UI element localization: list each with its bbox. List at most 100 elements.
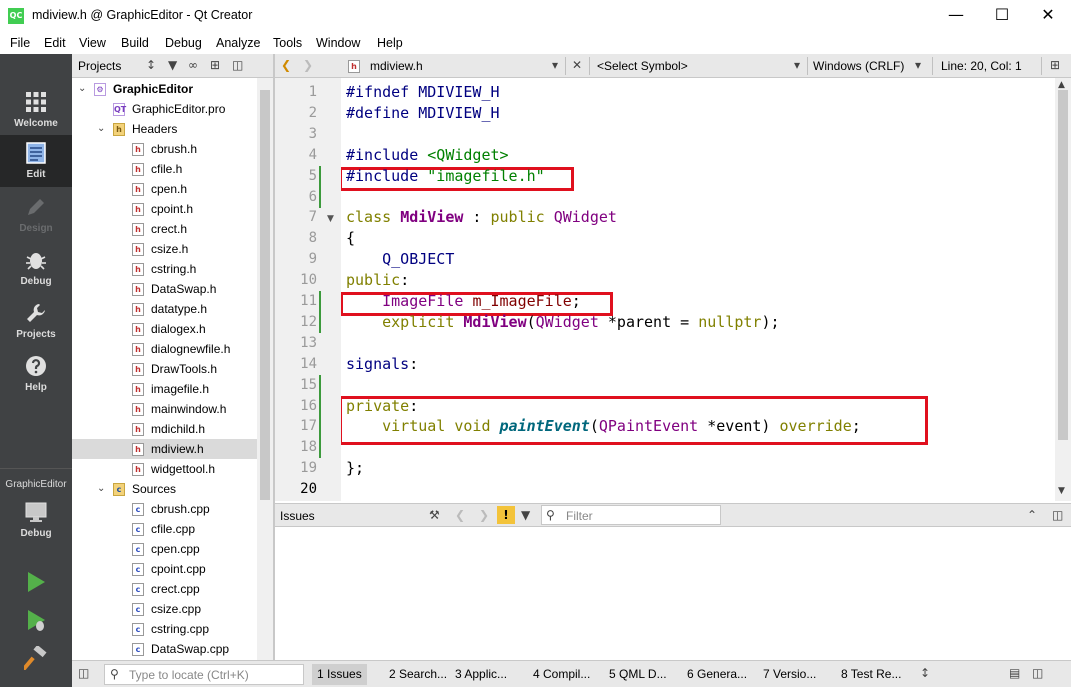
tree-item[interactable]: ⌄ ⚙ GraphicEditor xyxy=(72,79,257,99)
tree-item[interactable]: c DataSwap.cpp xyxy=(72,639,257,659)
file-dropdown-icon[interactable]: ▾ xyxy=(552,58,558,72)
tree-item[interactable]: c cbrush.cpp xyxy=(72,499,257,519)
tree-item[interactable]: h mdiview.h xyxy=(72,439,257,459)
projects-view-selector[interactable]: Projects xyxy=(78,59,121,73)
filter-icon[interactable]: ▼ xyxy=(521,508,530,522)
tree-item[interactable]: c cfile.cpp xyxy=(72,519,257,539)
tree-item[interactable]: c cpoint.cpp xyxy=(72,559,257,579)
scrollbar-thumb[interactable] xyxy=(1058,90,1068,440)
tree-item[interactable]: h csize.h xyxy=(72,239,257,259)
next-issue-icon[interactable]: ❯ xyxy=(479,508,489,522)
editor-scrollbar[interactable]: ▲ ▼ xyxy=(1055,78,1071,501)
mode-help[interactable]: Help xyxy=(0,348,72,400)
symbol-dropdown-icon[interactable]: ▾ xyxy=(794,58,800,72)
tree-item[interactable]: h cpoint.h xyxy=(72,199,257,219)
symbol-selector[interactable]: <Select Symbol> xyxy=(597,59,688,73)
current-file-selector[interactable]: mdiview.h xyxy=(370,59,423,73)
expand-arrow-icon[interactable]: ⌄ xyxy=(97,479,105,499)
output-tab[interactable]: 1 Issues xyxy=(312,664,367,685)
tree-item[interactable]: h cstring.h xyxy=(72,259,257,279)
scroll-down-icon[interactable]: ▼ xyxy=(1058,486,1065,496)
tree-item[interactable]: c csize.cpp xyxy=(72,599,257,619)
build-icon[interactable]: ⚒ xyxy=(429,508,440,522)
expand-arrow-icon[interactable]: ⌄ xyxy=(97,119,105,139)
cursor-position[interactable]: Line: 20, Col: 1 xyxy=(941,59,1022,73)
line-ending-dropdown-icon[interactable]: ▾ xyxy=(915,58,921,72)
expand-arrow-icon[interactable]: ⌄ xyxy=(78,79,86,99)
tree-item[interactable]: ⌄ h Headers xyxy=(72,119,257,139)
close-document-icon[interactable]: ✕ xyxy=(572,58,582,72)
output-tab[interactable]: 7 Versio... xyxy=(758,664,821,685)
fold-arrow-icon[interactable]: ▼ xyxy=(327,214,334,224)
mode-edit[interactable]: Edit xyxy=(0,135,72,187)
output-tab[interactable]: 5 QML D... xyxy=(604,664,672,685)
menu-debug[interactable]: Debug xyxy=(165,36,202,50)
menu-edit[interactable]: Edit xyxy=(44,36,66,50)
more-tabs-icon[interactable]: ↕ xyxy=(920,666,930,680)
output-tab[interactable]: 6 Genera... xyxy=(682,664,752,685)
tree-item[interactable]: h widgettool.h xyxy=(72,459,257,479)
run-icon[interactable] xyxy=(24,570,48,594)
tree-item[interactable]: h datatype.h xyxy=(72,299,257,319)
mode-welcome[interactable]: Welcome xyxy=(0,84,72,136)
updown-icon[interactable]: ↕ xyxy=(146,58,156,72)
tree-item[interactable]: QT GraphicEditor.pro xyxy=(72,99,257,119)
menu-help[interactable]: Help xyxy=(377,36,403,50)
split-editor-icon[interactable]: ⊞ xyxy=(1050,58,1060,72)
tree-item[interactable]: h cpen.h xyxy=(72,179,257,199)
mode-debug[interactable]: Debug xyxy=(0,242,72,294)
progress-icon[interactable]: ▤ xyxy=(1009,666,1020,680)
issues-list[interactable] xyxy=(275,527,1071,660)
menu-view[interactable]: View xyxy=(79,36,106,50)
menu-window[interactable]: Window xyxy=(316,36,360,50)
tree-item[interactable]: c cpen.cpp xyxy=(72,539,257,559)
tree-item[interactable]: h DrawTools.h xyxy=(72,359,257,379)
forward-icon[interactable]: ❯ xyxy=(303,58,313,72)
scroll-up-icon[interactable]: ▲ xyxy=(1058,80,1065,90)
warning-icon[interactable]: ! xyxy=(497,506,515,524)
tree-item[interactable]: c cstring.cpp xyxy=(72,619,257,639)
output-tab[interactable]: 4 Compil... xyxy=(528,664,595,685)
build-hammer-icon[interactable] xyxy=(24,646,48,670)
tree-item[interactable]: h cfile.h xyxy=(72,159,257,179)
mode-projects[interactable]: Projects xyxy=(0,295,72,347)
debug-run-icon[interactable] xyxy=(24,608,48,632)
close-pane-icon[interactable]: ◫ xyxy=(1052,508,1063,522)
minimize-icon[interactable]: — xyxy=(933,0,979,32)
menu-build[interactable]: Build xyxy=(121,36,149,50)
menu-tools[interactable]: Tools xyxy=(273,36,302,50)
mode-design[interactable]: Design xyxy=(0,189,72,241)
split-icon[interactable]: ⊞ xyxy=(210,58,220,72)
tree-item[interactable]: ⌄ c Sources xyxy=(72,479,257,499)
tree-item[interactable]: h dialogex.h xyxy=(72,319,257,339)
output-tab[interactable]: 2 Search... xyxy=(384,664,452,685)
tree-item[interactable]: h mainwindow.h xyxy=(72,399,257,419)
tree-item[interactable]: h imagefile.h xyxy=(72,379,257,399)
locator-input[interactable]: ⚲ Type to locate (Ctrl+K) xyxy=(104,664,304,685)
tree-item[interactable]: h cbrush.h xyxy=(72,139,257,159)
close-icon[interactable]: ✕ xyxy=(1025,0,1071,32)
scrollbar-thumb[interactable] xyxy=(260,90,270,500)
maximize-icon[interactable]: ☐ xyxy=(979,0,1025,32)
output-tab[interactable]: 8 Test Re... xyxy=(836,664,906,685)
kit-selector[interactable]: Debug xyxy=(0,494,72,546)
menu-file[interactable]: File xyxy=(10,36,30,50)
tree-item[interactable]: c crect.cpp xyxy=(72,579,257,599)
tree-item[interactable]: h mdichild.h xyxy=(72,419,257,439)
menu-analyze[interactable]: Analyze xyxy=(216,36,260,50)
output-tab[interactable]: 3 Applic... xyxy=(450,664,512,685)
code-editor[interactable]: #ifndef MDIVIEW_H #define MDIVIEW_H #inclu… xyxy=(341,78,1055,501)
close-pane-icon[interactable]: ◫ xyxy=(232,58,243,72)
line-ending-selector[interactable]: Windows (CRLF) xyxy=(813,59,904,73)
toggle-sidebar-icon[interactable]: ◫ xyxy=(78,666,89,680)
link-icon[interactable]: ∞ xyxy=(188,58,198,72)
tree-item[interactable]: h dialognewfile.h xyxy=(72,339,257,359)
tree-item[interactable]: h crect.h xyxy=(72,219,257,239)
maximize-pane-icon[interactable]: ⌃ xyxy=(1027,508,1037,522)
project-tree-scrollbar[interactable] xyxy=(257,78,273,660)
back-icon[interactable]: ❮ xyxy=(281,58,291,72)
prev-issue-icon[interactable]: ❮ xyxy=(455,508,465,522)
filter-icon[interactable]: ▼ xyxy=(168,58,177,72)
issues-filter-input[interactable]: ⚲ Filter xyxy=(541,505,721,525)
tree-item[interactable]: h DataSwap.h xyxy=(72,279,257,299)
